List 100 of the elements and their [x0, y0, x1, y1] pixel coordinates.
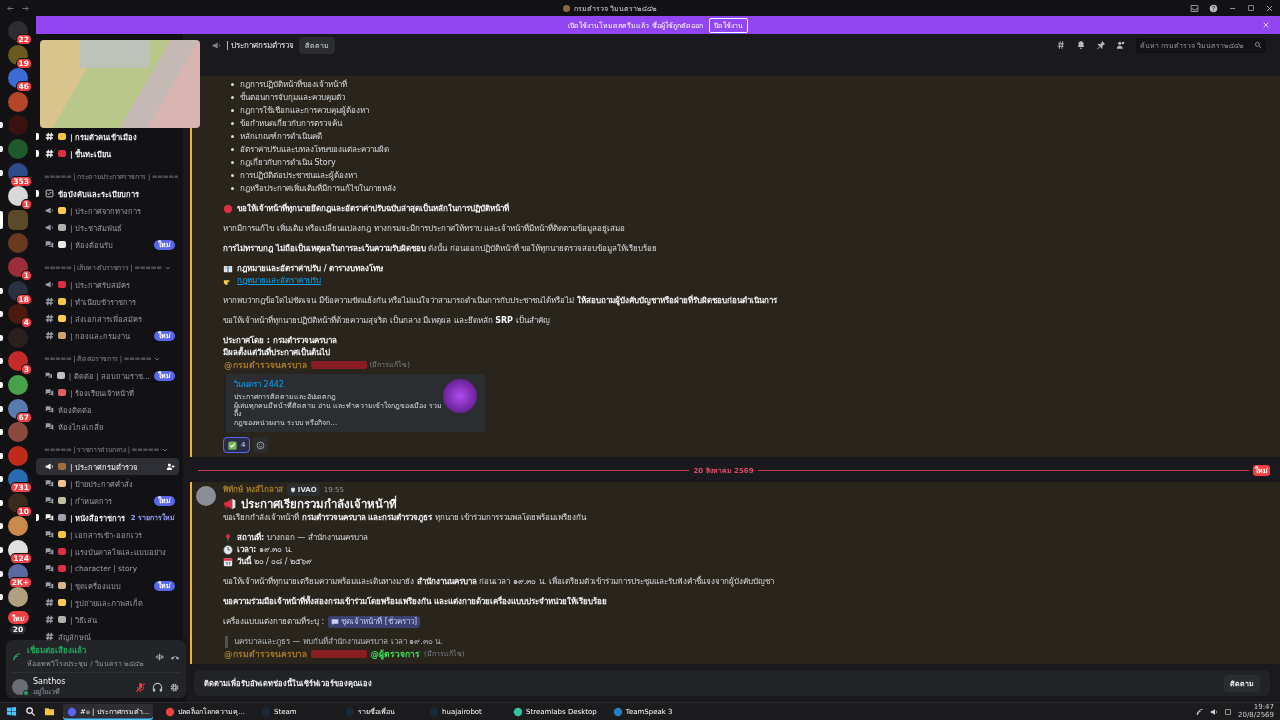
list-item: กฎการใช้เชือกและการควบคุมผู้ต้องหา	[223, 104, 369, 117]
channel-mention[interactable]: ชุดเจ้าหน้าที่ [ชั่วคราว]	[328, 616, 421, 628]
emoji-icon	[58, 582, 66, 589]
calendar-icon	[223, 557, 233, 567]
message-text: เครื่องแบบแต่งกายตามที่ระบุ :	[223, 616, 325, 628]
search-icon[interactable]	[25, 706, 36, 717]
start-icon[interactable]	[6, 706, 17, 717]
avatar[interactable]	[12, 679, 28, 695]
list-item: กฎหรือประกาศเพิ่มเติมที่มีการแก้ไขในภายหลัง	[223, 182, 396, 195]
speech-bubbles-icon	[45, 581, 54, 590]
message-text: หากมีการแก้ไข เพิ่มเติม หรือเปลี่ยนแปลงกฎ ทางกรมจะมีการประกาศให้ทราบ และเจ้าหน้าที่มีหน้าที่ติดตามข้อมูลอยู่เสมอ	[223, 223, 627, 235]
emoji-icon	[58, 565, 66, 572]
list-item: การปฏิบัติต่อประชาชนและผู้ต้องหา	[223, 169, 357, 182]
app-icon	[261, 706, 272, 717]
forward-arrow-icon[interactable]	[21, 3, 30, 13]
emoji-icon	[58, 480, 66, 487]
hash-icon	[45, 632, 54, 641]
emoji-icon	[58, 497, 66, 504]
server-icon[interactable]	[8, 516, 28, 537]
megaphone-icon	[45, 223, 54, 232]
speech-bubbles-icon	[45, 530, 54, 539]
tray-wifi-icon[interactable]	[1196, 707, 1205, 716]
hash-icon	[45, 297, 54, 306]
server-icon[interactable]	[8, 445, 28, 466]
app-icon	[429, 706, 440, 717]
hash-icon	[45, 598, 54, 607]
emoji-icon	[58, 389, 66, 396]
checkbox-icon	[45, 189, 54, 198]
app-icon	[513, 706, 524, 717]
speech-bubbles-icon	[45, 422, 54, 431]
hash-icon	[45, 132, 54, 141]
close-icon[interactable]	[1265, 3, 1274, 13]
speech-bubbles-icon	[45, 513, 54, 522]
role-mention[interactable]: @ผู้ตรวจการ	[369, 648, 421, 660]
message-text: ขอให้เจ้าหน้าที่ทุกนายเตรียมความพร้อมและเดินทางมายัง สำนักงานนครบาล ก่อนเวลา ๑๙.๓๐ น. เพื่อเตรียมตัวเข้าร่วมการประชุมและรับฟังคำชี้แจงจากผู้บังคับบัญชา	[223, 576, 775, 588]
app-icon	[612, 706, 623, 717]
list-item: หลักเกณฑ์การดำเนินคดี	[223, 130, 322, 143]
speech-bubbles-icon	[45, 371, 53, 380]
help-icon[interactable]	[1209, 3, 1218, 13]
emoji-icon	[58, 514, 66, 521]
megaphone-icon	[45, 206, 54, 215]
server-icon[interactable]	[8, 91, 28, 112]
folder-icon[interactable]	[44, 706, 55, 717]
threads-icon[interactable]	[1056, 40, 1066, 50]
settings-icon[interactable]	[169, 681, 180, 693]
server-icon	[562, 4, 570, 12]
link[interactable]: กฎหมายและอัตราค่าปรับ	[237, 275, 321, 287]
avatar[interactable]	[196, 486, 216, 506]
logo-placeholder	[443, 379, 477, 413]
inbox-icon[interactable]	[1190, 3, 1199, 13]
speech-bubbles-icon	[45, 388, 54, 397]
tray-speaker-icon[interactable]	[1210, 707, 1219, 716]
hash-icon	[45, 314, 54, 323]
noise-suppression-icon[interactable]	[155, 651, 165, 662]
emoji-icon	[58, 150, 66, 157]
emoji-icon	[56, 372, 65, 379]
app-icon	[165, 706, 176, 717]
message-text: วันนี้ ๒๐ / ๐๘ / ๒๕๖๙	[237, 556, 313, 568]
message-text: ขอเรียกกำลังเจ้าหน้าที่ กรมตำรวจนครบาล และกรมตำรวจภูธร ทุกนาย เข้าร่วมการรวมพลโดยพร้อมเพรียงกัน	[223, 512, 588, 524]
role-mention[interactable]: @กรมตำรวจนครบาล	[223, 648, 308, 660]
embed-title[interactable]: วิมนตรา 2442	[234, 379, 443, 391]
message-text: ขอให้เจ้าหน้าที่ทุกนายปฏิบัติหน้าที่ด้วยความสุจริต เป็นกลาง มีเหตุผล และยึดหลัก SRP เป็นสำคัญ	[223, 315, 551, 327]
list-item: อัตราค่าปรับและบทลงโทษของแต่ละความผิด	[223, 143, 389, 156]
announcement-title: ประกาศเรียกรวมกำลังเจ้าหน้าที่	[241, 496, 397, 512]
message-text: สถานที่: บางกอก — สำนักงานนครบาล	[237, 532, 368, 544]
hash-icon	[45, 331, 54, 340]
voice-status: เชื่อมต่อเสียงแล้ว	[27, 644, 87, 657]
role-mention[interactable]: @กรมตำรวจนครบาล	[223, 359, 308, 371]
notification-bell-icon[interactable]	[1076, 40, 1086, 50]
server-icon[interactable]	[8, 587, 28, 608]
app-icon	[345, 706, 356, 717]
emoji-icon	[58, 224, 66, 231]
message-text: มีผลตั้งแต่วันที่ประกาศเป็นต้นไป	[223, 347, 331, 359]
speech-bubble-icon	[331, 618, 340, 626]
tray-battery-icon[interactable]	[1224, 707, 1233, 716]
megaphone-icon	[223, 497, 237, 511]
emoji-icon	[58, 298, 66, 305]
author-name[interactable]: พิทักษ์ หงส์ไกลาส	[223, 484, 283, 496]
maximize-icon[interactable]	[1247, 4, 1255, 12]
list-item: กฎการปฏิบัติหน้าที่ของเจ้าหน้าที่	[223, 78, 347, 91]
emoji-icon	[58, 133, 66, 140]
back-arrow-icon[interactable]	[6, 3, 15, 13]
pin-icon[interactable]	[1096, 40, 1106, 50]
alert-dot-icon	[223, 204, 233, 214]
member-list-icon[interactable]	[1116, 40, 1126, 50]
hash-icon	[45, 149, 54, 158]
headphones-icon[interactable]	[152, 681, 163, 693]
megaphone-icon	[212, 40, 221, 50]
add-reaction-button[interactable]	[253, 437, 269, 453]
emoji-icon	[58, 548, 66, 555]
add-member-icon[interactable]	[166, 462, 175, 471]
alert-text: ขอให้เจ้าหน้าที่ทุกนายยึดกฎและอัตราค่าปรับฉบับล่าสุดเป็นหลักในการปฏิบัติหน้าที่	[237, 203, 509, 215]
microphone-muted-icon[interactable]	[135, 681, 146, 693]
message-text: ประกาศโดย : กรมตำรวจนครบาล	[223, 335, 338, 346]
shield-icon	[289, 487, 296, 493]
smile-icon	[256, 440, 266, 450]
speech-bubbles-icon	[45, 405, 54, 414]
message-text: การไม่ทราบกฎ ไม่ถือเป็นเหตุผลในการละเว้นความรับผิดชอบ ดังนั้น ก่อนออกปฏิบัติหน้าที่ ขอให้ทุกนายตรวจสอบข้อมูลให้เรียบร้อย	[223, 243, 659, 255]
server-icon[interactable]	[8, 374, 28, 395]
list-item: ขั้นตอนการจับกุมและควบคุมตัว	[223, 91, 345, 104]
